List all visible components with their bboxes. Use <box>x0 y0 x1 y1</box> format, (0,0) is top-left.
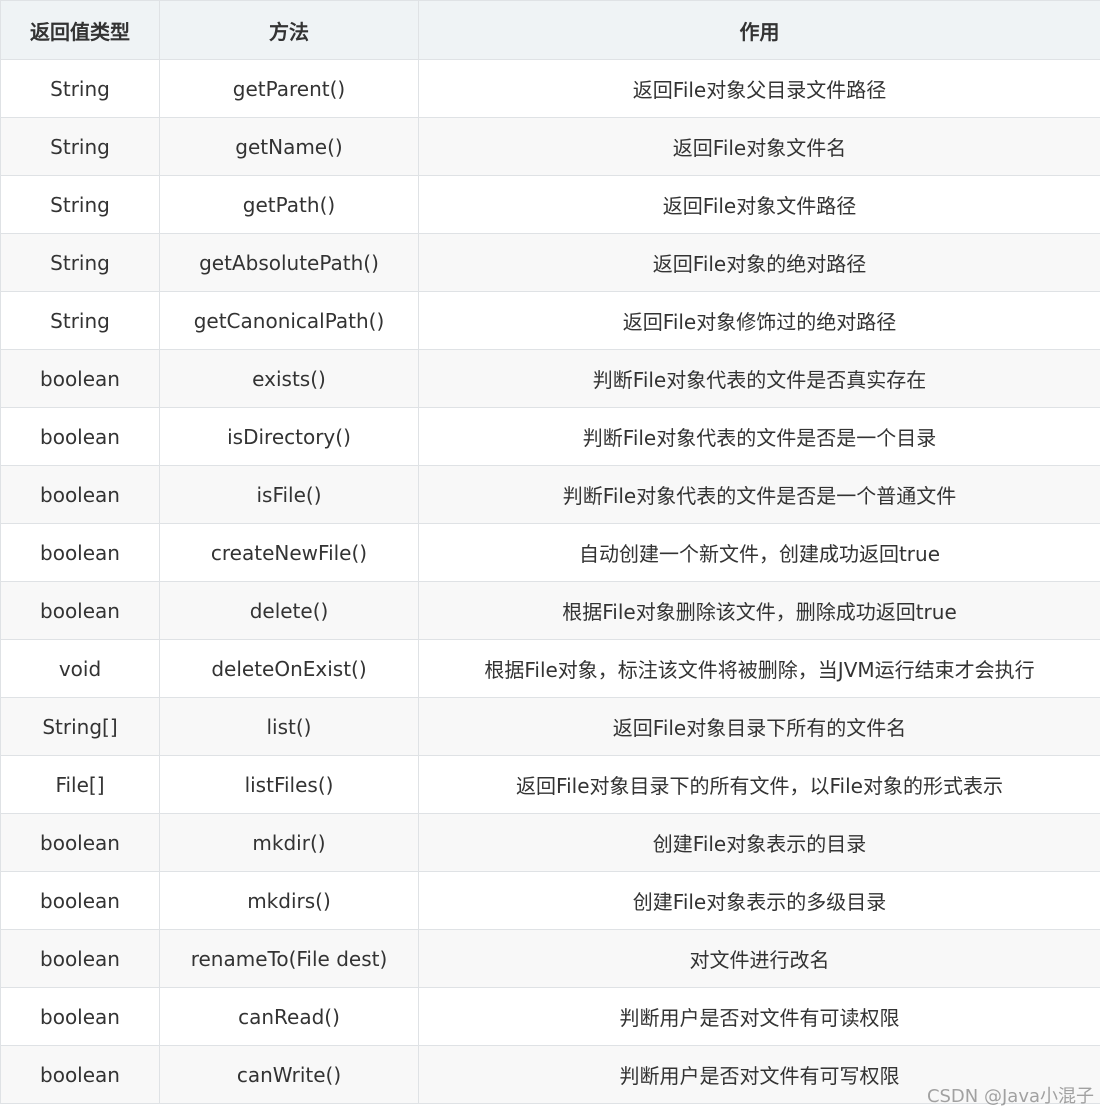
cell-description: 返回File对象目录下的所有文件，以File对象的形式表示 <box>418 755 1100 814</box>
cell-return-type: String <box>0 175 160 234</box>
table-row: boolean isFile() 判断File对象代表的文件是否是一个普通文件 <box>0 465 1100 524</box>
header-row: 返回值类型 方法 作用 <box>0 0 1100 60</box>
cell-description: 自动创建一个新文件，创建成功返回true <box>418 523 1100 582</box>
cell-method: getAbsolutePath() <box>159 233 419 292</box>
cell-method: mkdirs() <box>159 871 419 930</box>
cell-method: getCanonicalPath() <box>159 291 419 350</box>
cell-method: delete() <box>159 581 419 640</box>
table-row: String getAbsolutePath() 返回File对象的绝对路径 <box>0 233 1100 292</box>
cell-return-type: File[] <box>0 755 160 814</box>
cell-method: createNewFile() <box>159 523 419 582</box>
cell-return-type: String[] <box>0 697 160 756</box>
table-row: boolean createNewFile() 自动创建一个新文件，创建成功返回tr… <box>0 523 1100 582</box>
cell-description: 根据File对象，标注该文件将被删除，当JVM运行结束才会执行 <box>418 639 1100 698</box>
table-row: String getPath() 返回File对象文件路径 <box>0 175 1100 234</box>
cell-description: 创建File对象表示的目录 <box>418 813 1100 872</box>
watermark: CSDN @Java小混子 <box>926 1086 1094 1107</box>
cell-method: deleteOnExist() <box>159 639 419 698</box>
cell-method: isDirectory() <box>159 407 419 466</box>
cell-method: listFiles() <box>159 755 419 814</box>
cell-method: renameTo(File dest) <box>159 929 419 988</box>
header-return-type: 返回值类型 <box>0 0 160 60</box>
cell-description: 判断File对象代表的文件是否是一个普通文件 <box>418 465 1100 524</box>
table-row: boolean mkdir() 创建File对象表示的目录 <box>0 813 1100 872</box>
cell-return-type: boolean <box>0 407 160 466</box>
cell-method: isFile() <box>159 465 419 524</box>
cell-description: 创建File对象表示的多级目录 <box>418 871 1100 930</box>
cell-description: 返回File对象目录下所有的文件名 <box>418 697 1100 756</box>
cell-return-type: boolean <box>0 581 160 640</box>
table-row: String getParent() 返回File对象父目录文件路径 <box>0 59 1100 118</box>
table-row: String getName() 返回File对象文件名 <box>0 117 1100 176</box>
cell-return-type: boolean <box>0 987 160 1046</box>
table-header: 返回值类型 方法 作用 <box>0 0 1100 60</box>
table-row: boolean isDirectory() 判断File对象代表的文件是否是一个目录 <box>0 407 1100 466</box>
cell-description: 判断用户是否对文件有可读权限 <box>418 987 1100 1046</box>
cell-method: mkdir() <box>159 813 419 872</box>
table-body: String getParent() 返回File对象父目录文件路径 String ge… <box>0 59 1100 1104</box>
cell-method: list() <box>159 697 419 756</box>
cell-return-type: boolean <box>0 929 160 988</box>
cell-return-type: boolean <box>0 465 160 524</box>
cell-return-type: boolean <box>0 813 160 872</box>
cell-return-type: boolean <box>0 349 160 408</box>
cell-description: 对文件进行改名 <box>418 929 1100 988</box>
table-row: void deleteOnExist() 根据File对象，标注该文件将被删除，当J… <box>0 639 1100 698</box>
table-row: String getCanonicalPath() 返回File对象修饰过的绝对路径 <box>0 291 1100 350</box>
cell-method: getName() <box>159 117 419 176</box>
table-row: String[] list() 返回File对象目录下所有的文件名 <box>0 697 1100 756</box>
header-method: 方法 <box>159 0 419 60</box>
table-row: boolean mkdirs() 创建File对象表示的多级目录 <box>0 871 1100 930</box>
table-row: boolean exists() 判断File对象代表的文件是否真实存在 <box>0 349 1100 408</box>
cell-return-type: boolean <box>0 523 160 582</box>
cell-return-type: String <box>0 233 160 292</box>
cell-return-type: boolean <box>0 1045 160 1104</box>
cell-return-type: String <box>0 117 160 176</box>
cell-return-type: void <box>0 639 160 698</box>
cell-return-type: String <box>0 291 160 350</box>
file-methods-table: 返回值类型 方法 作用 String getParent() 返回File对象父目录… <box>0 0 1100 1104</box>
cell-description: 返回File对象父目录文件路径 <box>418 59 1100 118</box>
cell-description: 返回File对象的绝对路径 <box>418 233 1100 292</box>
cell-description: 返回File对象修饰过的绝对路径 <box>418 291 1100 350</box>
cell-method: getParent() <box>159 59 419 118</box>
cell-return-type: String <box>0 59 160 118</box>
cell-description: 返回File对象文件名 <box>418 117 1100 176</box>
cell-return-type: boolean <box>0 871 160 930</box>
cell-method: getPath() <box>159 175 419 234</box>
cell-description: 返回File对象文件路径 <box>418 175 1100 234</box>
cell-method: exists() <box>159 349 419 408</box>
table-row: boolean renameTo(File dest) 对文件进行改名 <box>0 929 1100 988</box>
table-row: boolean delete() 根据File对象删除该文件，删除成功返回true <box>0 581 1100 640</box>
cell-description: 根据File对象删除该文件，删除成功返回true <box>418 581 1100 640</box>
table-row: boolean canRead() 判断用户是否对文件有可读权限 <box>0 987 1100 1046</box>
cell-method: canRead() <box>159 987 419 1046</box>
table-row: File[] listFiles() 返回File对象目录下的所有文件，以File对… <box>0 755 1100 814</box>
cell-description: 判断File对象代表的文件是否是一个目录 <box>418 407 1100 466</box>
cell-method: canWrite() <box>159 1045 419 1104</box>
cell-description: 判断File对象代表的文件是否真实存在 <box>418 349 1100 408</box>
header-description: 作用 <box>418 0 1100 60</box>
